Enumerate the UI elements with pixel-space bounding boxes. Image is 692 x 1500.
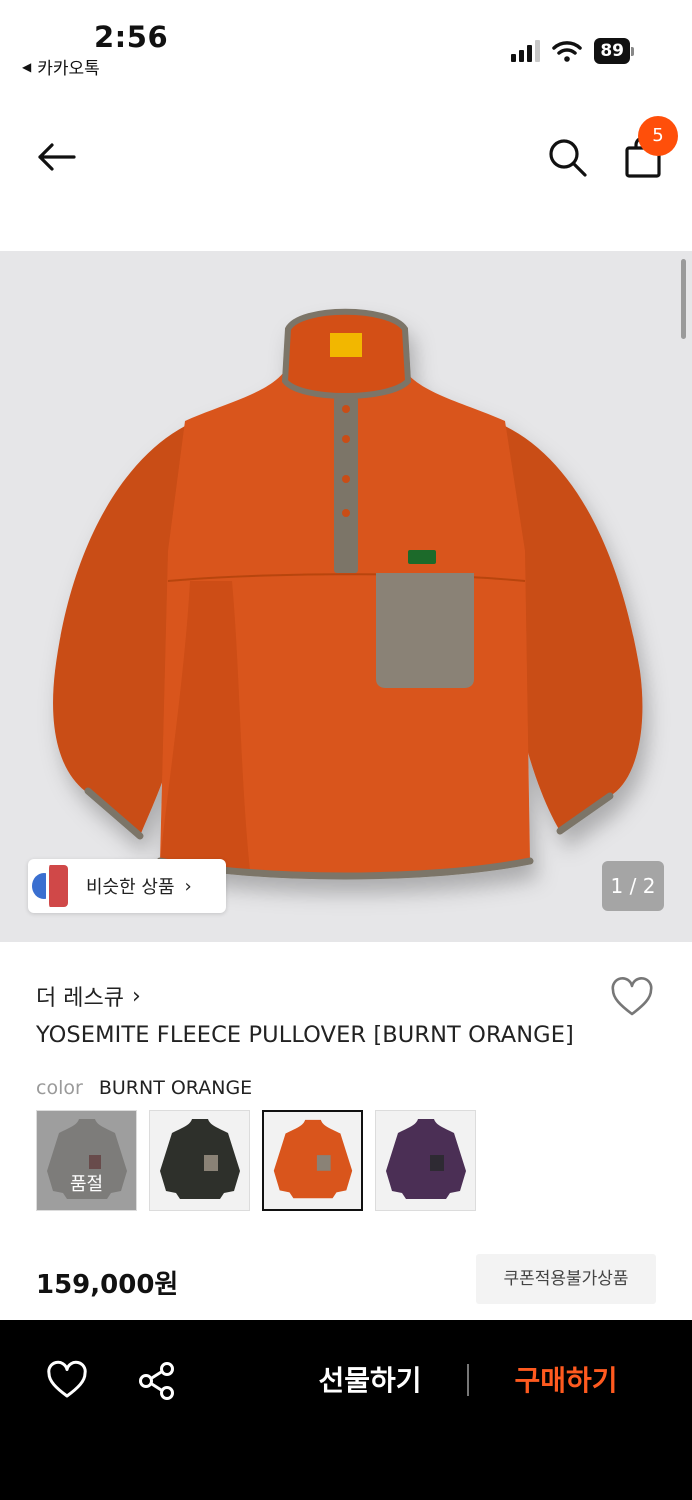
status-indicators: 89 [511,38,634,64]
top-navigation: 5 [0,100,692,220]
brand-name: 더 레스큐 [36,986,124,1011]
search-icon[interactable] [546,136,588,178]
color-label: color [36,1077,83,1099]
gift-button[interactable]: 선물하기 [300,1358,440,1404]
color-swatch-gray[interactable]: 품절 [36,1110,137,1211]
wishlist-heart-icon[interactable] [610,976,654,1020]
bottom-action-bar: 선물하기 구매하기 [0,1320,692,1500]
buy-button[interactable]: 구매하기 [496,1358,636,1404]
color-swatch-black[interactable] [149,1110,250,1211]
chevron-right-icon: › [131,983,141,1009]
back-triangle-icon: ◀ [22,59,32,74]
image-page-indicator: 1 / 2 [602,861,664,911]
battery-icon: 89 [594,38,634,64]
color-value: BURNT ORANGE [98,1077,253,1099]
color-swatches: 품절 [36,1110,476,1211]
swatch-jacket-image [160,1119,240,1199]
product-image-carousel[interactable]: 비슷한 상품 › 1 / 2 [0,251,692,942]
color-selection-row: color BURNT ORANGE [36,1077,252,1099]
scrollbar-thumb[interactable] [681,259,686,339]
back-app-label: 카카오톡 [37,59,100,79]
product-photo [53,308,643,880]
product-price: 159,000원 [36,1270,179,1300]
similar-products-label: 비슷한 상품 [86,877,175,898]
similar-products-thumbnail [28,859,68,913]
sold-out-overlay: 품절 [37,1111,136,1210]
coupon-unavailable-tag: 쿠폰적용불가상품 [476,1254,656,1304]
chevron-right-icon: › [184,875,192,897]
wishlist-heart-icon[interactable] [46,1360,88,1402]
swatch-jacket-image [386,1119,466,1199]
product-title: YOSEMITE FLEECE PULLOVER [BURNT ORANGE] [36,1022,574,1048]
similar-products-button[interactable]: 비슷한 상품 › [28,859,226,913]
back-arrow-icon[interactable] [34,134,80,180]
back-to-app-link[interactable]: ◀ 카카오톡 [22,54,100,79]
swatch-jacket-image [273,1119,353,1199]
cart-count-badge: 5 [638,116,678,156]
button-divider [467,1364,469,1396]
status-bar: 2:56 ◀ 카카오톡 89 [0,0,692,90]
color-swatch-purple[interactable] [375,1110,476,1211]
color-swatch-burnt-orange[interactable] [262,1110,363,1211]
wifi-icon [552,41,583,62]
share-icon[interactable] [136,1360,178,1402]
brand-link[interactable]: 더 레스큐 › [36,980,141,1012]
cellular-signal-icon [511,40,541,62]
battery-level: 89 [594,38,630,64]
status-time: 2:56 [94,20,169,54]
